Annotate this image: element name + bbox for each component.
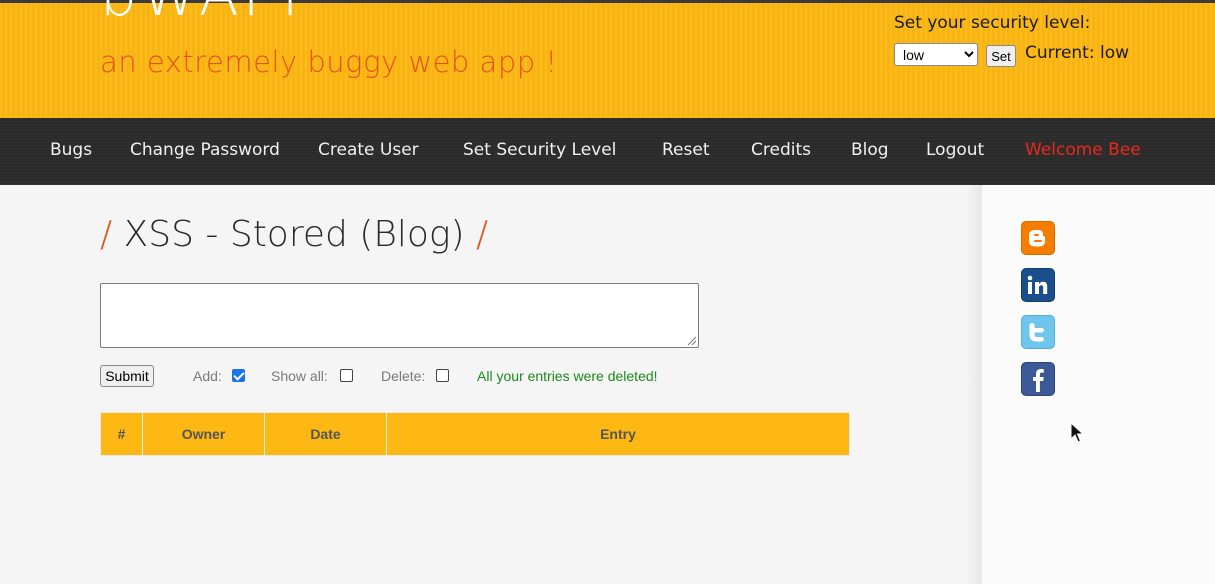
col-header-entry: Entry bbox=[386, 412, 850, 456]
security-level-select[interactable]: low medium high bbox=[894, 43, 978, 66]
security-level-label: Set your security level: bbox=[894, 13, 1091, 33]
nav-item-create-user[interactable]: Create User bbox=[318, 140, 419, 160]
submit-button[interactable]: Submit bbox=[100, 365, 154, 387]
sidebar-shadow bbox=[966, 185, 982, 584]
resize-grip-icon[interactable] bbox=[685, 334, 697, 346]
add-checkbox[interactable] bbox=[232, 369, 245, 382]
header: bWAPP an extremely buggy web app ! Set y… bbox=[0, 0, 1215, 118]
col-header-owner: Owner bbox=[142, 412, 265, 456]
col-header-date: Date bbox=[264, 412, 387, 456]
linkedin-icon[interactable] bbox=[1021, 268, 1055, 302]
nav-item-logout[interactable]: Logout bbox=[926, 140, 984, 160]
nav-item-blog[interactable]: Blog bbox=[851, 140, 889, 160]
show-all-label: Show all: bbox=[271, 368, 328, 384]
logo[interactable]: bWAPP bbox=[100, 0, 321, 29]
welcome-text: Welcome Bee bbox=[1025, 140, 1141, 160]
title-slash-right: / bbox=[476, 214, 489, 255]
blogger-icon[interactable] bbox=[1021, 221, 1055, 255]
current-security-level: Current: low bbox=[1025, 43, 1130, 63]
title-slash-left: / bbox=[100, 214, 113, 255]
nav-item-credits[interactable]: Credits bbox=[751, 140, 811, 160]
page-title-text: XSS - Stored (Blog) bbox=[123, 214, 465, 255]
blog-entry-textarea[interactable] bbox=[100, 283, 699, 348]
facebook-icon[interactable] bbox=[1021, 362, 1055, 396]
table-header-row: # Owner Date Entry bbox=[100, 412, 850, 456]
main-nav: Bugs Change Password Create User Set Sec… bbox=[0, 118, 1215, 185]
set-security-button[interactable]: Set bbox=[986, 45, 1016, 67]
delete-label: Delete: bbox=[381, 368, 426, 384]
nav-item-set-security-level[interactable]: Set Security Level bbox=[463, 140, 616, 160]
nav-item-reset[interactable]: Reset bbox=[662, 140, 710, 160]
twitter-icon[interactable] bbox=[1021, 315, 1055, 349]
add-label: Add: bbox=[193, 368, 222, 384]
col-header-number: # bbox=[100, 412, 143, 456]
nav-item-bugs[interactable]: Bugs bbox=[50, 140, 92, 160]
status-message: All your entries were deleted! bbox=[477, 368, 658, 384]
nav-item-change-password[interactable]: Change Password bbox=[130, 140, 280, 160]
page-title: / XSS - Stored (Blog) / bbox=[100, 214, 488, 255]
tagline: an extremely buggy web app ! bbox=[100, 45, 558, 79]
show-all-checkbox[interactable] bbox=[340, 369, 353, 382]
sidebar bbox=[982, 185, 1215, 584]
mouse-cursor-icon bbox=[1070, 422, 1084, 443]
delete-checkbox[interactable] bbox=[436, 369, 449, 382]
blog-table: # Owner Date Entry bbox=[100, 412, 850, 456]
